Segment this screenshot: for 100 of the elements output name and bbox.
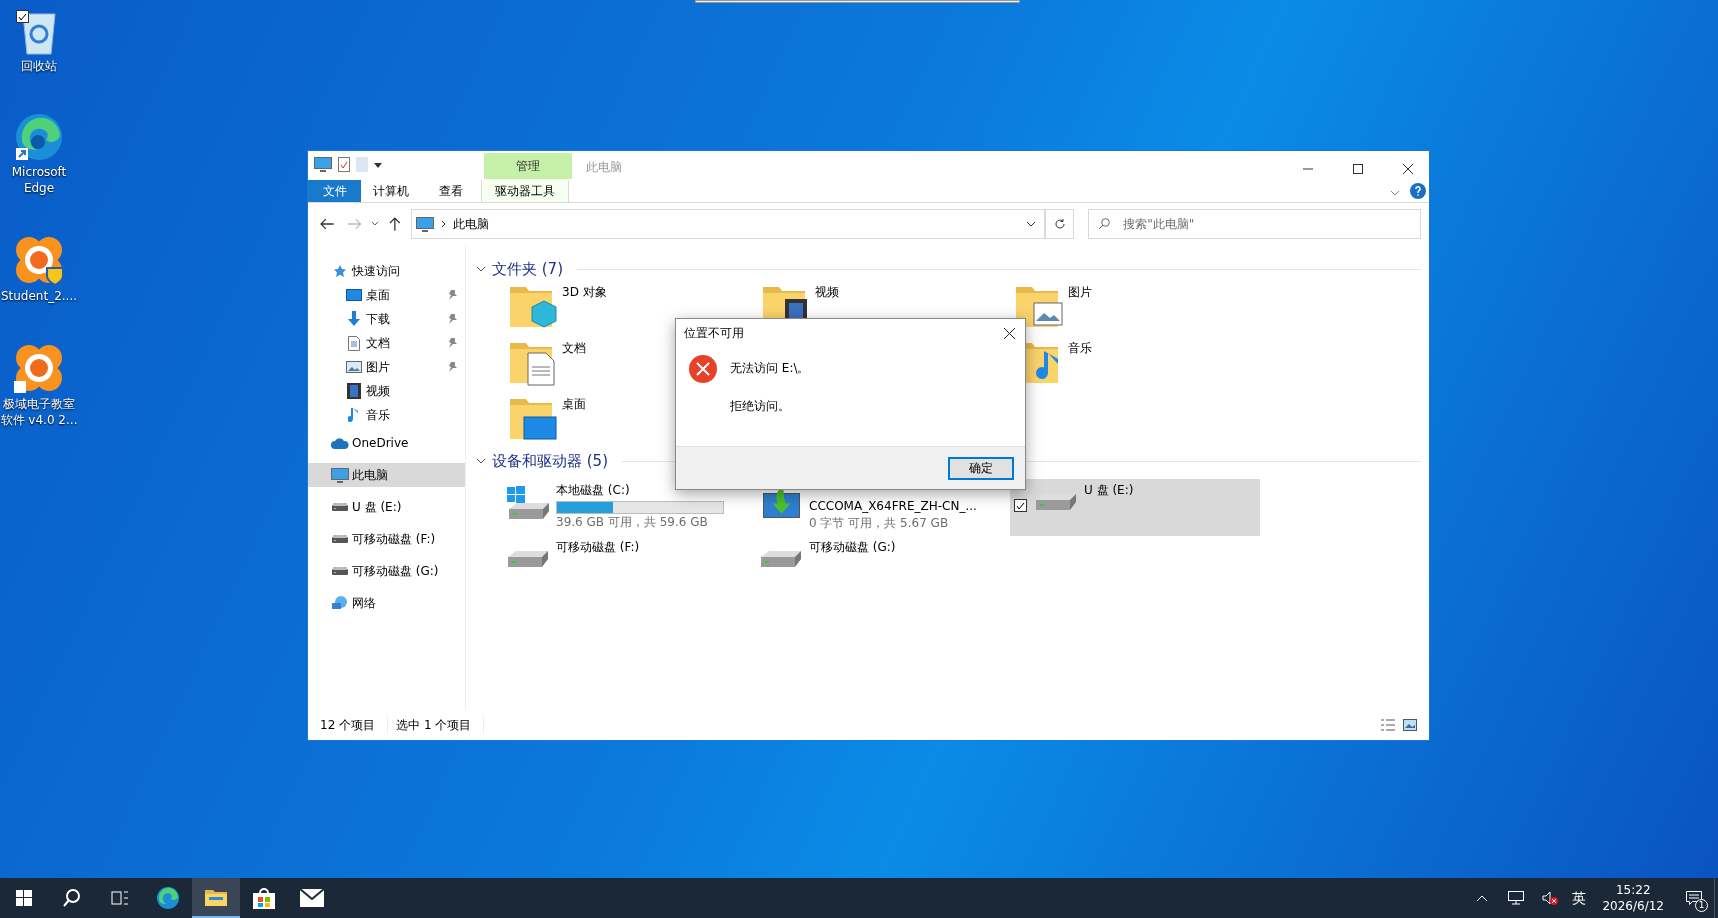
drive-icon	[332, 503, 348, 511]
address-bar[interactable]: 此电脑	[410, 209, 1045, 239]
shopping-bag-icon	[253, 887, 275, 909]
nav-label: U 盘 (E:)	[352, 499, 403, 516]
folder-label: 图片	[1068, 284, 1092, 301]
nav-item[interactable]: 可移动磁盘 (G:)	[308, 559, 465, 583]
clock[interactable]: 15:22 2026/6/12	[1602, 882, 1664, 914]
muted-speaker-icon[interactable]	[1542, 891, 1559, 905]
edge-icon	[14, 112, 64, 162]
error-icon	[688, 354, 718, 384]
nav-label: 可移动磁盘 (F:)	[352, 531, 437, 548]
nav-item[interactable]: 网络	[308, 591, 465, 615]
document-icon	[348, 335, 360, 351]
ribbon-tab[interactable]: 驱动器工具	[481, 180, 569, 202]
chevron-icon[interactable]	[476, 458, 486, 464]
dialog-title: 位置不可用	[684, 325, 744, 342]
folder-item[interactable]: 3D 对象	[508, 281, 607, 337]
envelope-icon	[300, 889, 324, 907]
chevron-down-icon[interactable]	[1390, 190, 1400, 196]
nav-item[interactable]: 此电脑	[308, 463, 465, 487]
desktop-icon[interactable]: Student_2....	[0, 234, 78, 304]
edge-icon	[156, 886, 180, 910]
cloud-icon	[331, 437, 349, 449]
section-header: 文件夹 (7)	[492, 258, 563, 280]
checkbox[interactable]	[1014, 499, 1027, 512]
checkbox[interactable]	[16, 10, 29, 23]
nav-item[interactable]: 音乐	[308, 403, 465, 427]
notification-button[interactable]: 1	[1674, 878, 1714, 918]
nav-label: 可移动磁盘 (G:)	[352, 563, 440, 580]
drive-item[interactable]: 可移动磁盘 (G:)	[757, 536, 1007, 593]
folder-item[interactable]: 桌面	[508, 393, 586, 449]
drive-label: 可移动磁盘 (F:)	[556, 539, 640, 555]
folder-item[interactable]: 文档	[508, 337, 586, 393]
chevron-up-icon[interactable]	[1476, 894, 1489, 902]
monitor-icon	[415, 216, 434, 232]
ok-button[interactable]: 确定	[948, 456, 1014, 480]
network-monitor-icon[interactable]	[1508, 891, 1525, 905]
desktop-icon	[346, 289, 362, 301]
nav-label: 文档	[366, 335, 391, 352]
history-caret-icon[interactable]	[371, 221, 380, 227]
search-field[interactable]: 搜索"此电脑"	[1088, 209, 1421, 239]
close-icon[interactable]	[1403, 164, 1413, 174]
help-icon[interactable]	[1410, 183, 1426, 199]
nav-item[interactable]: 视频	[308, 379, 465, 403]
drive-icon	[332, 535, 348, 543]
monitor-icon	[314, 157, 332, 172]
nav-item[interactable]: U 盘 (E:)	[308, 495, 465, 519]
folder-label: 桌面	[562, 396, 586, 413]
up-arrow-icon[interactable]	[389, 217, 401, 231]
drive-item[interactable]: 本地磁盘 (C:) 39.6 GB 可用，共 59.6 GB	[504, 479, 754, 536]
folder-label: 音乐	[1068, 340, 1092, 357]
download-arrow-icon	[347, 311, 361, 327]
error-detail: 拒绝访问。	[730, 398, 791, 415]
nav-item[interactable]: 下载	[308, 307, 465, 331]
error-message: 无法访问 E:\。	[730, 360, 810, 377]
dropdown-caret-icon[interactable]	[374, 160, 382, 169]
status-text: 选中 1 个项目	[396, 716, 485, 734]
drive-icon	[1036, 494, 1076, 510]
task-view-icon	[111, 890, 129, 906]
nav-item[interactable]: OneDrive	[308, 431, 465, 455]
flower-ring-icon	[13, 342, 65, 394]
chevron-icon[interactable]	[476, 266, 486, 272]
desktop-icon[interactable]: 极域电子教室软件 v4.0 2...	[0, 342, 78, 428]
maximize-icon[interactable]	[1353, 164, 1363, 174]
drive-item[interactable]: U 盘 (E:)	[1010, 479, 1260, 536]
drive-icon	[761, 551, 801, 567]
film-icon	[347, 383, 361, 399]
folder-item[interactable]: 图片	[1014, 281, 1092, 337]
windows-drive-icon	[506, 485, 550, 519]
nav-item[interactable]: 快速访问	[308, 259, 465, 283]
refresh-icon	[1053, 218, 1066, 230]
nav-label: 下载	[366, 311, 391, 328]
ribbon-tab[interactable]: 文件	[308, 180, 361, 202]
taskbar-button[interactable]	[192, 878, 240, 918]
refresh-button[interactable]	[1045, 209, 1075, 239]
nav-item[interactable]: 桌面	[308, 283, 465, 307]
large-icons-view-icon[interactable]	[1403, 719, 1417, 731]
checkmark-icon	[1016, 501, 1025, 510]
properties-check-icon[interactable]	[338, 157, 350, 172]
star-icon	[333, 264, 347, 278]
drive-label: U 盘 (E:)	[1084, 482, 1134, 498]
close-icon[interactable]	[1004, 327, 1015, 339]
input-method-indicator[interactable]: 英	[1572, 887, 1587, 909]
drive-item[interactable]: 可移动磁盘 (F:)	[504, 536, 754, 593]
breadcrumb-chevron-icon	[440, 220, 446, 228]
nav-label: 网络	[352, 595, 377, 612]
nav-item[interactable]: 可移动磁盘 (F:)	[308, 527, 465, 551]
nav-label: OneDrive	[352, 435, 410, 452]
ribbon-tab[interactable]: 查看	[421, 180, 481, 202]
address-text: 此电脑	[452, 216, 489, 233]
desktop-icon[interactable]: 回收站	[0, 8, 78, 74]
checkmark-icon	[18, 12, 27, 21]
desktop-icon-label: 极域电子教室软件 v4.0 2...	[0, 396, 78, 428]
nav-item[interactable]: 图片	[308, 355, 465, 379]
ribbon-tab[interactable]: 计算机	[361, 180, 421, 202]
search-icon	[1098, 218, 1111, 230]
desktop-icon[interactable]: Microsoft Edge	[0, 112, 78, 196]
nav-item[interactable]: 文档	[308, 331, 465, 355]
back-arrow-icon[interactable]	[320, 218, 334, 230]
dropdown-chevron-icon[interactable]	[1026, 221, 1036, 227]
